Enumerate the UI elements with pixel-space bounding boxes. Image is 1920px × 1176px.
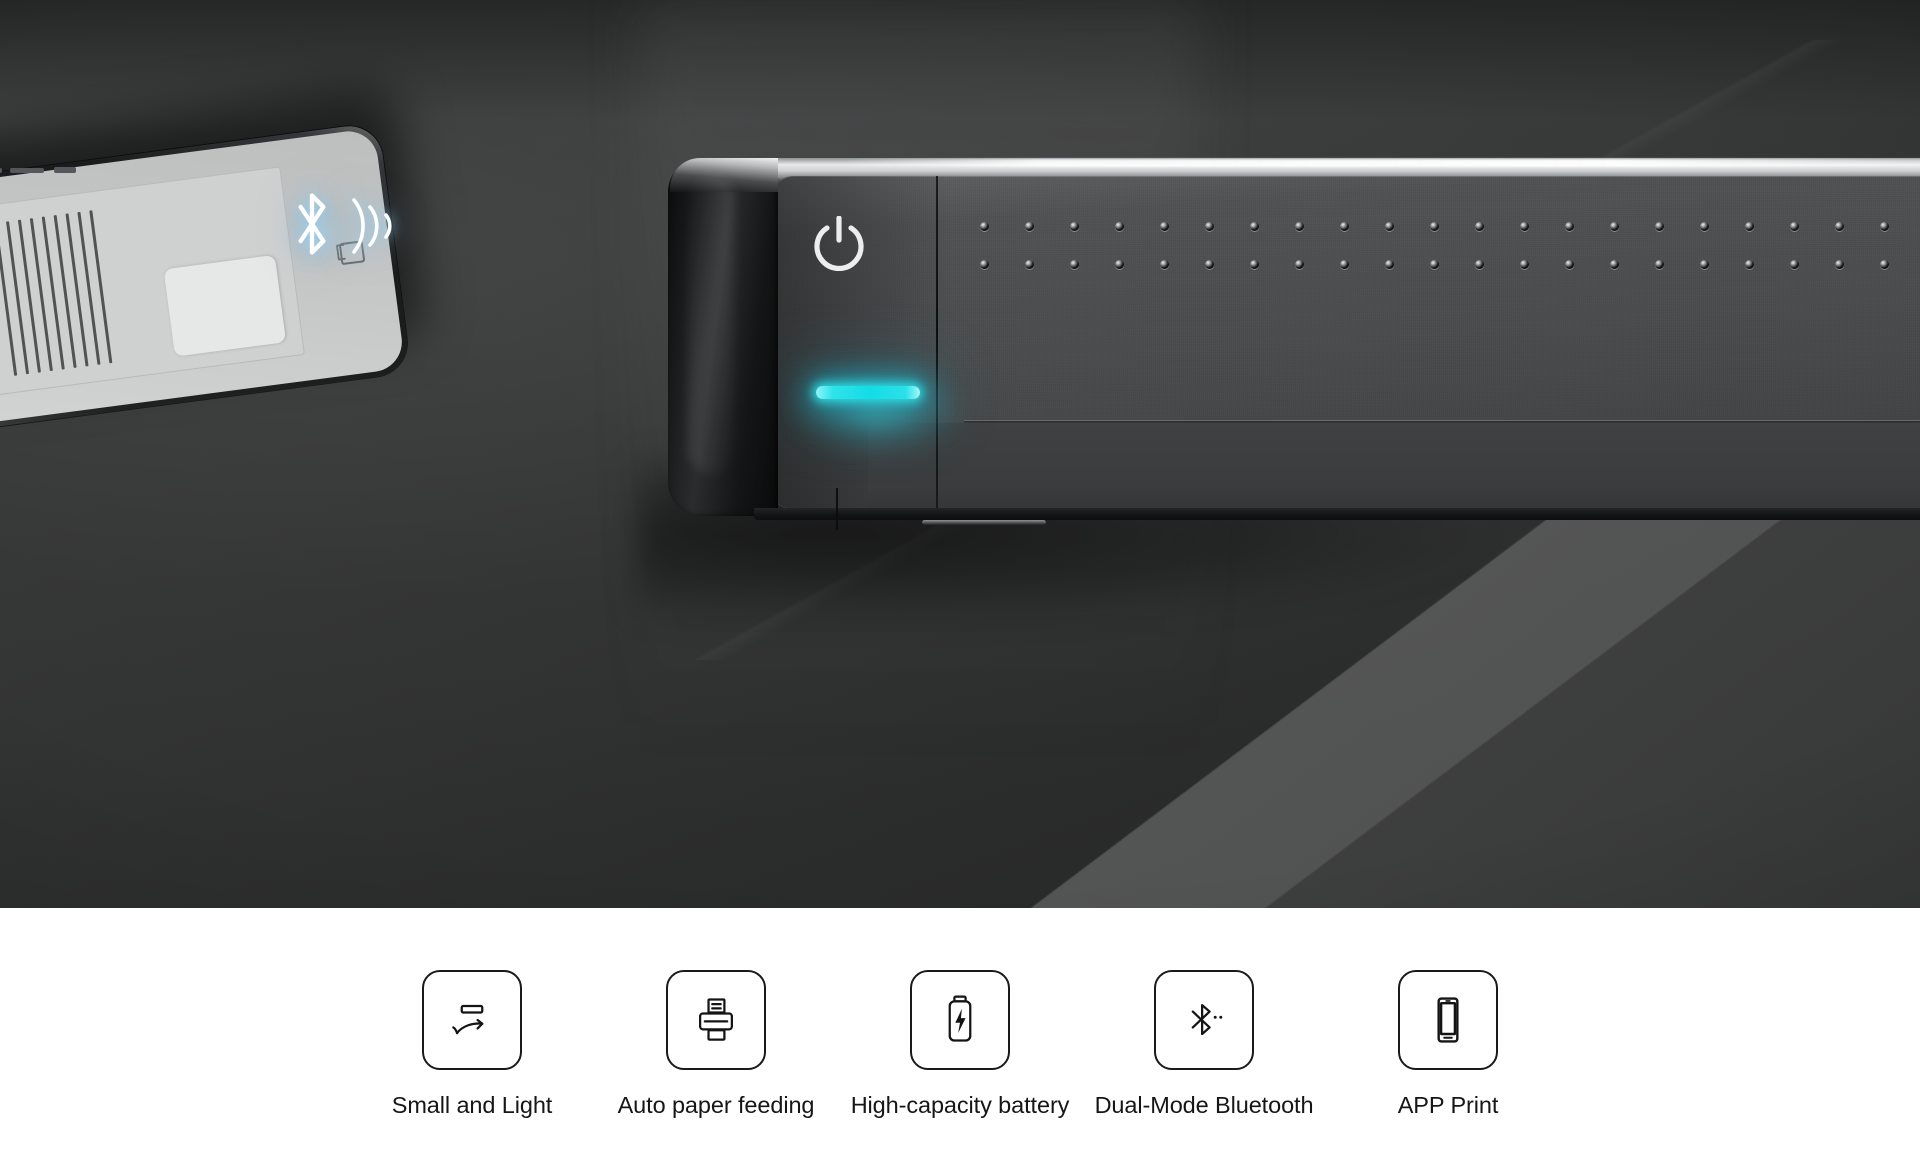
feature-label: Auto paper feeding [617, 1092, 815, 1118]
hero-vignette [0, 0, 1920, 908]
bluetooth-dual-icon [1154, 970, 1254, 1070]
feature-label: APP Print [1397, 1092, 1499, 1118]
product-page: 2:08 打印预览 [0, 0, 1920, 1176]
feature-item[interactable]: Auto paper feeding [617, 970, 815, 1119]
feature-label: High-capacity battery [850, 1092, 1070, 1118]
battery-bolt-icon [910, 970, 1010, 1070]
feature-label: Small and Light [391, 1092, 553, 1118]
hand-holding-device-icon [422, 970, 522, 1070]
feature-label: Dual-Mode Bluetooth [1094, 1092, 1314, 1118]
feature-highlights-strip: Small and Light Auto paper feeding High-ca… [0, 908, 1920, 1176]
feature-item[interactable]: Dual-Mode Bluetooth [1095, 970, 1314, 1119]
hero-product-image: 2:08 打印预览 [0, 0, 1920, 908]
smartphone-icon [1398, 970, 1498, 1070]
printer-icon [666, 970, 766, 1070]
feature-item[interactable]: High-capacity battery [851, 970, 1069, 1119]
feature-item[interactable]: APP Print [1350, 970, 1546, 1119]
feature-item[interactable]: Small and Light [374, 970, 570, 1119]
